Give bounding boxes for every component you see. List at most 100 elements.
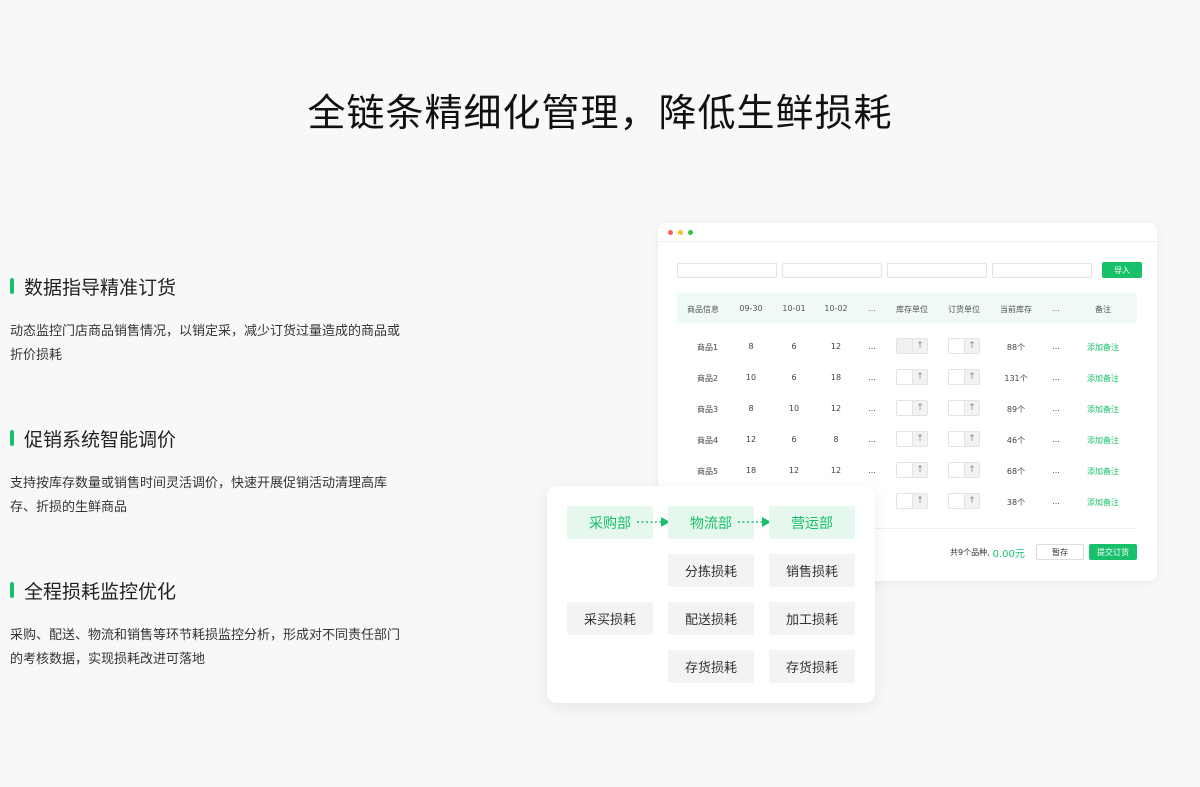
stock-unit-stepper[interactable]: ↑	[896, 431, 928, 447]
header-stock-unit: 库存单位	[896, 305, 928, 314]
add-note-link[interactable]: 添加备注	[1087, 497, 1119, 508]
stock-unit-stepper[interactable]: ↑	[896, 400, 928, 416]
stepper-input[interactable]	[949, 370, 964, 384]
cell-more2: ...	[1052, 497, 1060, 506]
stock-unit-stepper[interactable]: ↑	[896, 462, 928, 478]
feature-smart-pricing: 促销系统智能调价 支持按库存数量或销售时间灵活调价，快速开展促销活动清理高库存、…	[10, 426, 410, 520]
stepper-input[interactable]	[949, 494, 964, 508]
stock-unit-stepper[interactable]: ↑	[896, 369, 928, 385]
loss-sales: 销售损耗	[769, 554, 855, 587]
add-note-link[interactable]: 添加备注	[1087, 404, 1119, 415]
header-note: 备注	[1095, 305, 1111, 314]
header-date-2: 10-01	[782, 304, 806, 313]
arrow-up-icon[interactable]: ↑	[964, 432, 979, 446]
cell-d3: 18	[830, 373, 842, 382]
window-divider	[658, 241, 1157, 242]
stepper-input[interactable]	[949, 401, 964, 415]
cell-d2: 6	[791, 342, 797, 351]
loss-inventory-logistics: 存货损耗	[668, 650, 754, 683]
cell-d2: 12	[788, 466, 800, 475]
arrow-up-icon[interactable]: ↑	[964, 339, 979, 353]
order-unit-stepper[interactable]: ↑	[948, 462, 980, 478]
feature-accent-bar	[10, 430, 14, 446]
cell-more: ...	[868, 404, 876, 413]
summary-count: 共9个品种,	[950, 548, 990, 557]
arrow-up-icon[interactable]: ↑	[964, 401, 979, 415]
cell-more: ...	[868, 435, 876, 444]
stock-unit-stepper[interactable]: ↑	[896, 493, 928, 509]
import-button[interactable]: 导入	[1102, 262, 1142, 278]
cell-name: 商品5	[697, 467, 719, 476]
cell-more2: ...	[1052, 466, 1060, 475]
cell-d1: 12	[745, 435, 757, 444]
stepper-input[interactable]	[897, 432, 912, 446]
feature-accurate-ordering: 数据指导精准订货 动态监控门店商品销售情况，以销定采，减少订货过量造成的商品或折…	[10, 274, 410, 368]
arrow-up-icon[interactable]: ↑	[912, 401, 927, 415]
arrow-up-icon[interactable]: ↑	[912, 370, 927, 384]
header-current-stock: 当前库存	[1000, 305, 1032, 314]
window-controls	[668, 230, 693, 235]
filter-input-3[interactable]	[887, 262, 987, 278]
loss-purchase: 采买损耗	[567, 602, 653, 635]
stock-unit-stepper[interactable]: ↑	[896, 338, 928, 354]
cell-more: ...	[868, 466, 876, 475]
order-unit-stepper[interactable]: ↑	[948, 369, 980, 385]
order-unit-stepper[interactable]: ↑	[948, 431, 980, 447]
maximize-dot-icon[interactable]	[688, 230, 693, 235]
order-unit-stepper[interactable]: ↑	[948, 338, 980, 354]
table-row: 商品4 12 6 8... ↑ ↑ 46个... 添加备注	[677, 424, 1137, 455]
feature-accent-bar	[10, 278, 14, 294]
cell-name: 商品3	[697, 405, 719, 414]
arrow-up-icon[interactable]: ↑	[912, 494, 927, 508]
cell-d2: 6	[791, 373, 797, 382]
feature-accent-bar	[10, 582, 14, 598]
filter-input-4[interactable]	[992, 262, 1092, 278]
submit-order-button[interactable]: 提交订货	[1089, 544, 1137, 560]
cell-d3: 12	[830, 342, 842, 351]
stepper-input[interactable]	[949, 432, 964, 446]
arrow-up-icon[interactable]: ↑	[964, 494, 979, 508]
feature-loss-monitoring: 全程损耗监控优化 采购、配送、物流和销售等环节耗损监控分析，形成对不同责任部门的…	[10, 578, 410, 672]
add-note-link[interactable]: 添加备注	[1087, 466, 1119, 477]
loss-delivery: 配送损耗	[668, 602, 754, 635]
arrow-up-icon[interactable]: ↑	[964, 463, 979, 477]
arrow-right-icon	[637, 517, 670, 527]
header-date-3: 10-02	[824, 304, 848, 313]
cell-d3: 12	[830, 404, 842, 413]
add-note-link[interactable]: 添加备注	[1087, 342, 1119, 353]
stepper-input[interactable]	[949, 463, 964, 477]
stepper-input[interactable]	[897, 370, 912, 384]
cell-d3: 8	[833, 435, 839, 444]
close-dot-icon[interactable]	[668, 230, 673, 235]
save-draft-button[interactable]: 暂存	[1036, 544, 1084, 560]
table-row: 商品1 8 6 12... ↑ ↑ 88个... 添加备注	[677, 331, 1137, 362]
cell-stock: 131个	[1004, 374, 1028, 383]
feature-title: 数据指导精准订货	[24, 276, 177, 299]
add-note-link[interactable]: 添加备注	[1087, 435, 1119, 446]
cell-d3: 12	[830, 466, 842, 475]
filter-input-1[interactable]	[677, 262, 777, 278]
header-order-unit: 订货单位	[948, 305, 980, 314]
order-unit-stepper[interactable]: ↑	[948, 493, 980, 509]
arrow-up-icon[interactable]: ↑	[912, 432, 927, 446]
stepper-input[interactable]	[897, 463, 912, 477]
filter-input-2[interactable]	[782, 262, 882, 278]
header-more: ...	[868, 304, 876, 313]
arrow-up-icon[interactable]: ↑	[912, 463, 927, 477]
arrow-up-icon[interactable]: ↑	[912, 339, 927, 353]
feature-desc: 采购、配送、物流和销售等环节耗损监控分析，形成对不同责任部门的考核数据，实现损耗…	[10, 628, 401, 667]
stepper-input[interactable]	[897, 401, 912, 415]
stepper-input[interactable]	[897, 339, 912, 353]
add-note-link[interactable]: 添加备注	[1087, 373, 1119, 384]
stepper-input[interactable]	[897, 494, 912, 508]
order-unit-stepper[interactable]: ↑	[948, 400, 980, 416]
stepper-input[interactable]	[949, 339, 964, 353]
cell-name: 商品1	[697, 343, 719, 352]
arrow-up-icon[interactable]: ↑	[964, 370, 979, 384]
header-more-2: ...	[1052, 304, 1060, 313]
feature-desc: 支持按库存数量或销售时间灵活调价，快速开展促销活动清理高库存、折损的生鲜商品	[10, 476, 388, 515]
page-title: 全链条精细化管理，降低生鲜损耗	[307, 91, 893, 135]
minimize-dot-icon[interactable]	[678, 230, 683, 235]
dept-operations: 营运部	[769, 506, 855, 539]
header-date-1: 09-30	[739, 304, 763, 313]
